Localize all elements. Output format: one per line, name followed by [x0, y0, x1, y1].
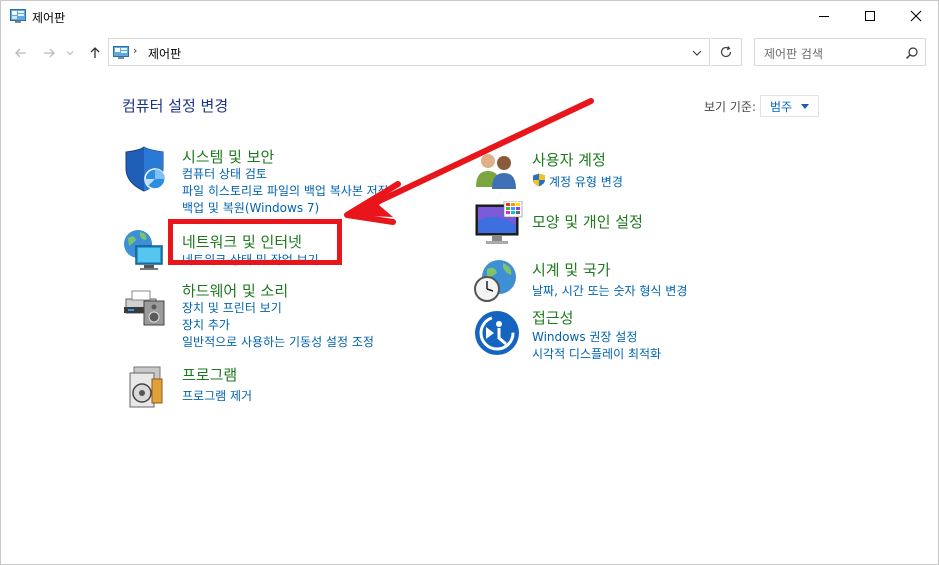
navigation-bar: › 제어판 제어판 검색: [1, 37, 938, 69]
maximize-icon: [865, 11, 875, 21]
link-file-history-backup[interactable]: 파일 히스토리로 파일의 백업 복사본 저장: [182, 182, 389, 199]
link-uninstall-program[interactable]: 프로그램 제거: [182, 387, 252, 404]
search-icon[interactable]: [905, 46, 919, 60]
link-date-time-format[interactable]: 날짜, 시간 또는 숫자 형식 변경: [532, 282, 687, 299]
forward-button[interactable]: [39, 43, 59, 63]
link-add-device[interactable]: 장치 추가: [182, 316, 230, 333]
maximize-button[interactable]: [847, 1, 893, 31]
link-mobility-settings[interactable]: 일반적으로 사용하는 기동성 설정 조정: [182, 333, 374, 350]
refresh-icon: [720, 46, 732, 58]
category-hardware-sound[interactable]: 하드웨어 및 소리: [182, 280, 288, 301]
page-title: 컴퓨터 설정 변경: [122, 97, 229, 115]
minimize-icon: [819, 16, 829, 17]
category-ease-of-access[interactable]: 접근성: [532, 307, 573, 328]
appearance-monitor-icon[interactable]: [474, 201, 524, 247]
address-bar[interactable]: › 제어판: [108, 38, 710, 66]
breadcrumb-control-panel[interactable]: 제어판: [148, 45, 181, 62]
category-user-accounts[interactable]: 사용자 계정: [532, 149, 606, 170]
minimize-button[interactable]: [801, 1, 847, 31]
back-button[interactable]: [11, 43, 31, 63]
title-bar[interactable]: 제어판: [1, 1, 938, 31]
search-input[interactable]: 제어판 검색: [764, 45, 823, 62]
link-devices-printers[interactable]: 장치 및 프린터 보기: [182, 299, 282, 316]
link-change-account-type[interactable]: 계정 유형 변경: [549, 173, 623, 190]
recent-locations-button[interactable]: [63, 43, 77, 63]
window-title: 제어판: [32, 11, 66, 25]
search-box[interactable]: 제어판 검색: [754, 38, 926, 66]
refresh-button[interactable]: [711, 38, 742, 66]
arrow-right-icon: [44, 48, 55, 58]
view-by-value: 범주: [770, 100, 793, 114]
close-button[interactable]: [893, 1, 939, 31]
users-icon[interactable]: [474, 151, 520, 191]
network-globe-icon[interactable]: [122, 228, 168, 272]
printer-icon[interactable]: [122, 281, 168, 327]
up-button[interactable]: [85, 43, 105, 63]
caret-down-icon: [801, 104, 809, 109]
control-panel-window: 제어판 › 제어판 제어판 검색 컴퓨터 설정 변경 보기 기준: 범주 시스템…: [0, 0, 939, 565]
chevron-down-icon: [66, 51, 74, 56]
shield-icon[interactable]: [122, 146, 168, 192]
view-by-label: 보기 기준:: [704, 100, 757, 114]
category-programs[interactable]: 프로그램: [182, 364, 237, 385]
category-clock-region[interactable]: 시계 및 국가: [532, 259, 611, 280]
close-icon: [910, 10, 922, 22]
view-by-dropdown[interactable]: 범주: [760, 95, 819, 117]
link-review-computer-status[interactable]: 컴퓨터 상태 검토: [182, 165, 267, 182]
clock-globe-icon[interactable]: [473, 257, 521, 303]
category-appearance-personalization[interactable]: 모양 및 개인 설정: [532, 211, 643, 232]
link-backup-restore[interactable]: 백업 및 복원(Windows 7): [182, 199, 319, 216]
breadcrumb-separator[interactable]: ›: [133, 44, 137, 57]
uac-shield-icon: [533, 173, 545, 187]
annotation-highlight-box: [168, 219, 342, 265]
link-recommended-settings[interactable]: Windows 권장 설정: [532, 328, 637, 345]
arrow-up-icon: [90, 47, 100, 58]
accessibility-icon[interactable]: [474, 310, 520, 356]
category-system-security[interactable]: 시스템 및 보안: [182, 146, 274, 167]
programs-icon[interactable]: [126, 365, 166, 409]
control-panel-icon: [10, 9, 26, 23]
chevron-down-icon[interactable]: [691, 47, 703, 59]
link-optimize-visual-display[interactable]: 시각적 디스플레이 최적화: [532, 345, 661, 362]
control-panel-icon: [113, 46, 129, 59]
arrow-left-icon: [15, 48, 26, 58]
